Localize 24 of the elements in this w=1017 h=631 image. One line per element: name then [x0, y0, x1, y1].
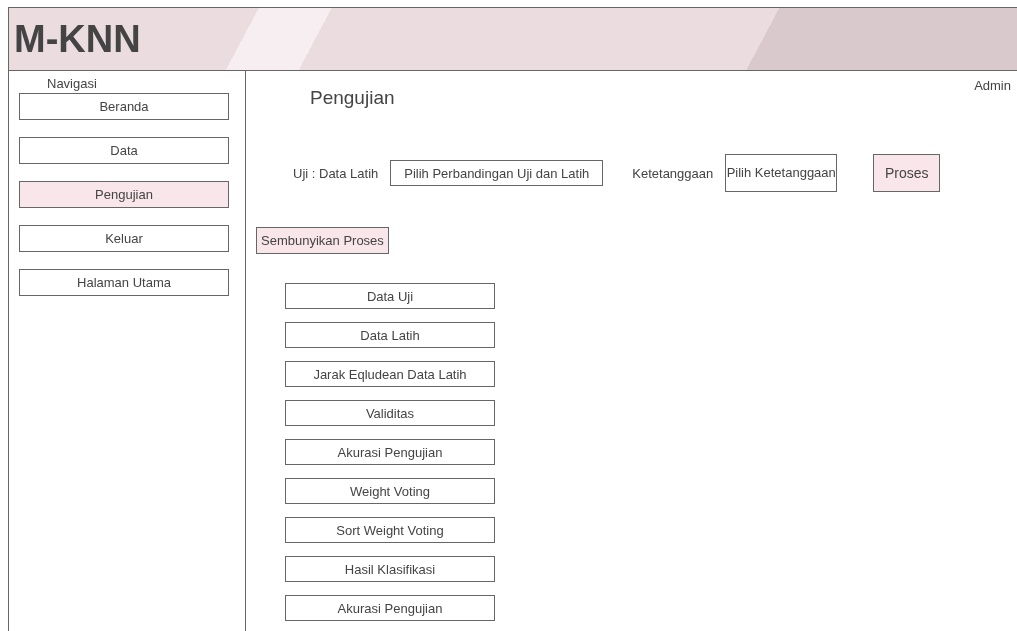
- result-button[interactable]: Data Latih: [285, 322, 495, 348]
- app-title: M-KNN: [14, 17, 141, 61]
- result-button[interactable]: Hasil Klasifikasi: [285, 556, 495, 582]
- nav-button[interactable]: Halaman Utama: [19, 269, 229, 296]
- nav-button[interactable]: Pengujian: [19, 181, 229, 208]
- neighbor-select[interactable]: Pilih Ketetanggaan: [725, 154, 838, 192]
- result-button[interactable]: Weight Voting: [285, 478, 495, 504]
- process-button[interactable]: Proses: [873, 154, 941, 192]
- result-button[interactable]: Akurasi Pengujian: [285, 439, 495, 465]
- nav-button[interactable]: Beranda: [19, 93, 229, 120]
- result-button[interactable]: Validitas: [285, 400, 495, 426]
- neighbor-label: Ketetanggaan: [632, 165, 714, 181]
- hide-process-button[interactable]: Sembunyikan Proses: [256, 227, 389, 254]
- result-button[interactable]: Sort Weight Voting: [285, 517, 495, 543]
- result-button[interactable]: Jarak Eqludean Data Latih: [285, 361, 495, 387]
- page-title: Pengujian: [310, 87, 395, 109]
- result-button[interactable]: Data Uji: [285, 283, 495, 309]
- user-name: Admin: [974, 78, 1011, 93]
- nav-button[interactable]: Data: [19, 137, 229, 164]
- nav-button[interactable]: Keluar: [19, 225, 229, 252]
- test-label: Uji : Data Latih: [293, 165, 379, 181]
- result-button[interactable]: Akurasi Pengujian: [285, 595, 495, 621]
- comparison-select[interactable]: Pilih Perbandingan Uji dan Latih: [390, 160, 604, 186]
- sidebar-heading: Navigasi: [47, 76, 98, 91]
